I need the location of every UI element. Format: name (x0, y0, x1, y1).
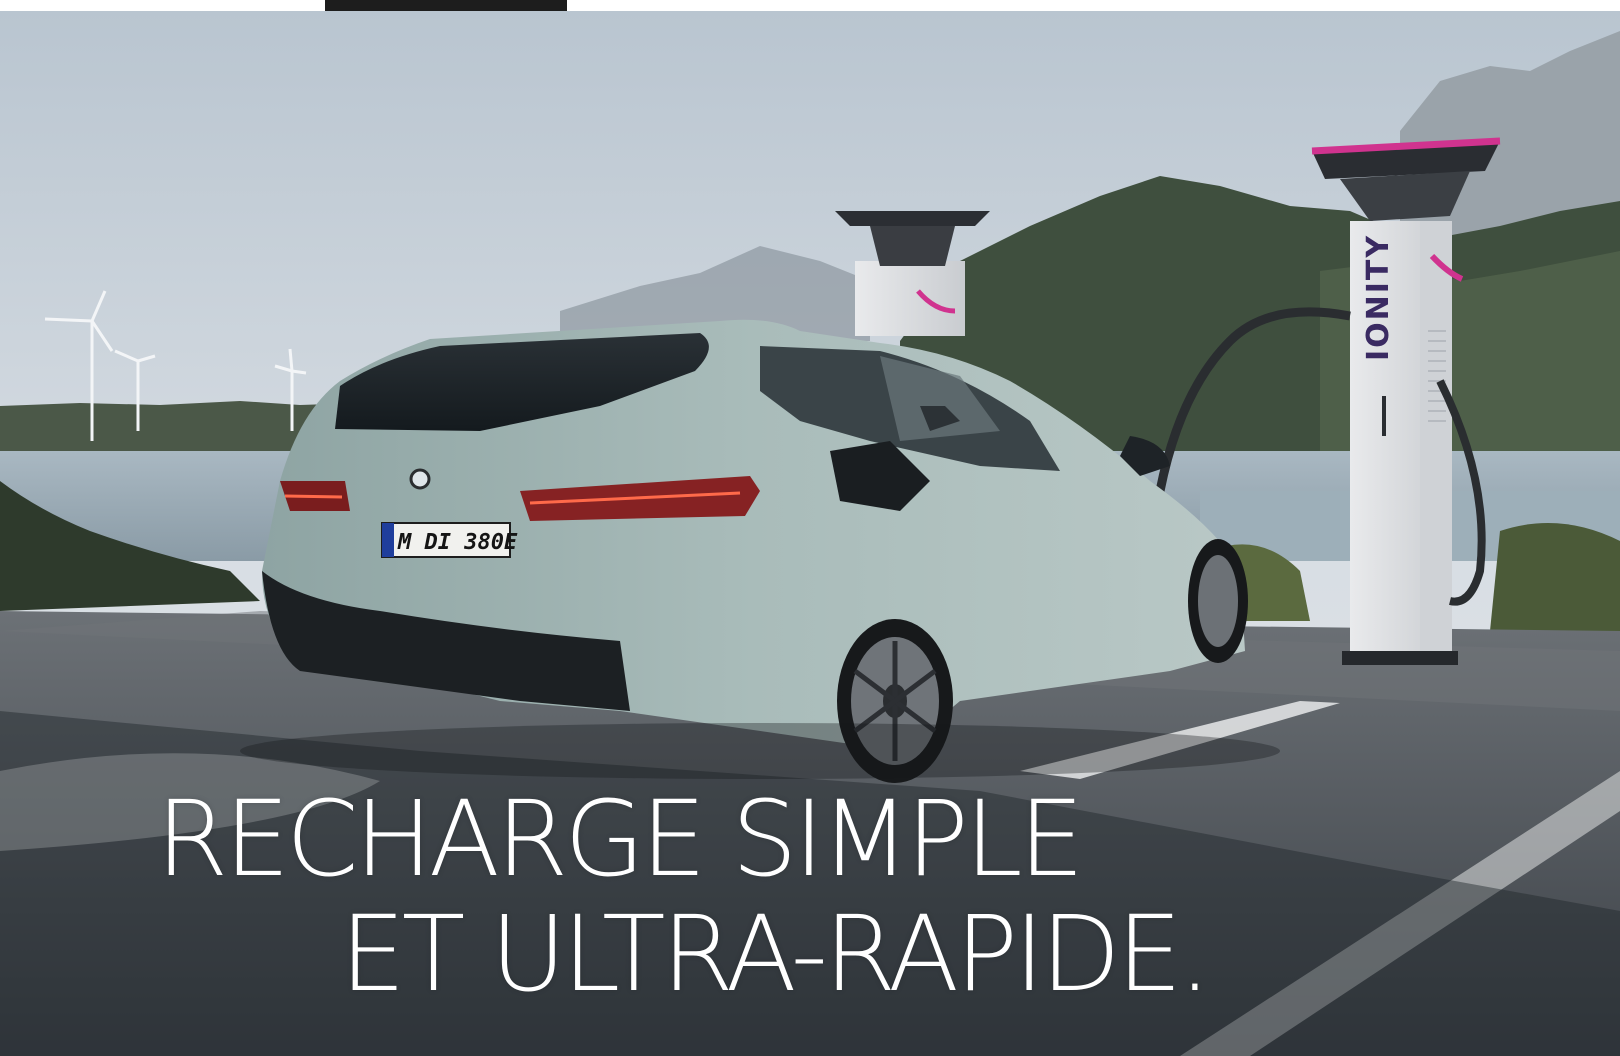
charger-brand-text: IONITY (1361, 234, 1396, 361)
license-plate-text: M DI 380E (397, 530, 518, 555)
page: IONITY M DI 380E RECHARGE SIMPLE ET ULTR… (0, 0, 1620, 1056)
hero-image: IONITY M DI 380E (0, 11, 1620, 1056)
hero-photo-illustration: IONITY M DI 380E (0, 11, 1620, 1056)
active-tab-indicator (325, 0, 567, 11)
